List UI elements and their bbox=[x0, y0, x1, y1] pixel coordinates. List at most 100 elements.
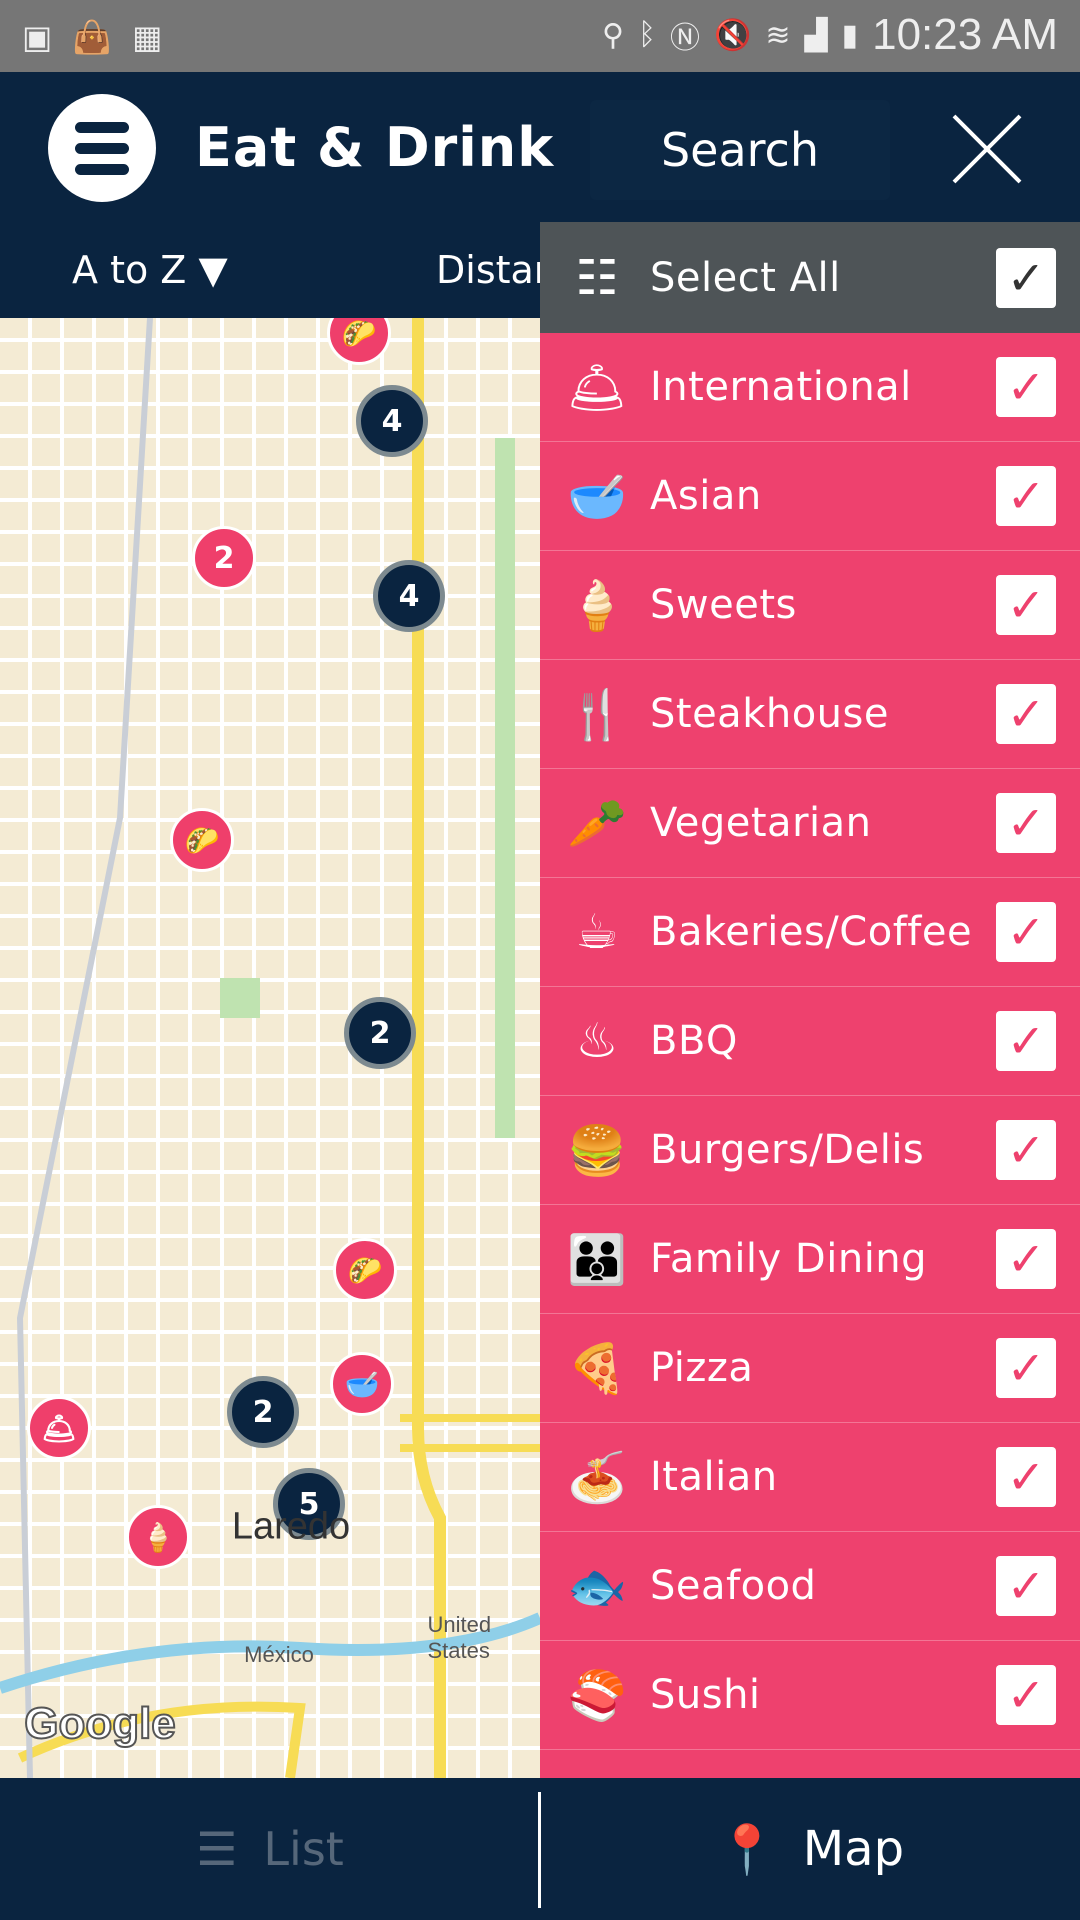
category-checkbox[interactable]: ✓ bbox=[996, 1120, 1056, 1180]
category-checkbox[interactable]: ✓ bbox=[996, 1556, 1056, 1616]
menu-icon-bar bbox=[75, 163, 129, 175]
map-marker-bowl-icon[interactable]: 🥣 bbox=[330, 1352, 394, 1416]
category-icon: 🍔 bbox=[567, 1122, 627, 1179]
category-row-seafood[interactable]: 🐟 Seafood ✓ bbox=[540, 1532, 1080, 1641]
category-row-bakeries-coffee[interactable]: ☕ Bakeries/Coffee ✓ bbox=[540, 878, 1080, 987]
category-row-sweets[interactable]: 🍦 Sweets ✓ bbox=[540, 551, 1080, 660]
category-label: Vegetarian bbox=[650, 800, 872, 846]
category-row-international[interactable]: 🛎 International ✓ bbox=[540, 333, 1080, 442]
tab-list-label: List bbox=[263, 1822, 344, 1876]
category-checkbox[interactable]: ✓ bbox=[996, 1229, 1056, 1289]
category-icon: 🍴 bbox=[567, 686, 627, 743]
location-icon: ⚲ bbox=[602, 18, 624, 52]
search-button[interactable]: Search bbox=[590, 100, 890, 200]
category-label: Seafood bbox=[650, 1563, 817, 1609]
select-all-row[interactable]: ☷ Select All ✓ bbox=[540, 222, 1080, 333]
category-row-burgers-delis[interactable]: 🍔 Burgers/Delis ✓ bbox=[540, 1096, 1080, 1205]
category-icon: 👪 bbox=[567, 1231, 627, 1288]
nfc-icon: Ⓝ bbox=[670, 22, 700, 55]
category-row-steakhouse[interactable]: 🍴 Steakhouse ✓ bbox=[540, 660, 1080, 769]
country-label-mexico: México bbox=[244, 1642, 314, 1667]
map-cluster-marker[interactable]: 4 bbox=[373, 560, 445, 632]
category-checkbox[interactable]: ✓ bbox=[996, 902, 1056, 962]
battery-icon: ▮ bbox=[841, 18, 859, 52]
category-label: Pizza bbox=[650, 1345, 754, 1391]
category-icon: 🥕 bbox=[567, 795, 627, 852]
map-cluster-marker[interactable]: 4 bbox=[356, 385, 428, 457]
category-icon: 🥣 bbox=[567, 468, 627, 525]
map-marker-taco-icon[interactable]: 🌮 bbox=[333, 1238, 397, 1302]
caret-down-icon: ▼ bbox=[198, 248, 228, 292]
map-marker-ice-cream-icon[interactable]: 🍦 bbox=[126, 1505, 190, 1569]
bluetooth-icon: ᛒ bbox=[638, 18, 656, 51]
map-view[interactable]: 🌮 4 2 4 🌮 2 🌮 🥣 2 🛎 5 🍦 Laredo México United States… bbox=[0, 318, 540, 1778]
category-checkbox[interactable]: ✓ bbox=[996, 357, 1056, 417]
category-checkbox[interactable]: ✓ bbox=[996, 1665, 1056, 1725]
category-checkbox[interactable]: ✓ bbox=[996, 793, 1056, 853]
sort-label: A to Z bbox=[72, 248, 187, 292]
select-all-checkbox[interactable]: ✓ bbox=[996, 247, 1056, 308]
menu-button[interactable] bbox=[48, 94, 156, 202]
city-label: Laredo bbox=[231, 1505, 351, 1548]
menu-icon-bar bbox=[75, 142, 129, 154]
map-roads bbox=[0, 318, 540, 1778]
map-marker-taco-icon[interactable]: 🌮 bbox=[170, 808, 234, 872]
map-cluster-marker[interactable]: 2 bbox=[227, 1376, 299, 1448]
category-row-sushi[interactable]: 🍣 Sushi ✓ bbox=[540, 1641, 1080, 1750]
google-logo: Google bbox=[23, 1698, 177, 1749]
country-label-us: United States bbox=[427, 1612, 492, 1663]
tab-map[interactable]: 📍 Map bbox=[541, 1778, 1080, 1920]
category-label: Steakhouse bbox=[650, 691, 889, 737]
category-label: Burgers/Delis bbox=[650, 1127, 925, 1173]
category-icon: 🍝 bbox=[567, 1449, 627, 1506]
bottom-nav: ☰ List 📍 Map bbox=[0, 1778, 1080, 1920]
category-row-family-dining[interactable]: 👪 Family Dining ✓ bbox=[540, 1205, 1080, 1314]
map-marker-cloche-icon[interactable]: 🛎 bbox=[27, 1396, 91, 1460]
image-icon: ▣ bbox=[22, 19, 53, 55]
category-label: Asian bbox=[650, 473, 762, 519]
category-row-pizza[interactable]: 🍕 Pizza ✓ bbox=[540, 1314, 1080, 1423]
category-label: Family Dining bbox=[650, 1236, 928, 1282]
category-icon: 🍦 bbox=[567, 577, 627, 634]
tab-map-label: Map bbox=[802, 1821, 905, 1877]
sim-icon: ▦ bbox=[132, 19, 163, 55]
status-bar: ▣ 👜 ▦ ⚲ ᛒ Ⓝ 🔇 ≋ ▟ ▮ 10:23 AM bbox=[0, 0, 1080, 72]
shopping-bag-icon: 👜 bbox=[72, 19, 113, 55]
category-checkbox[interactable]: ✓ bbox=[996, 575, 1056, 635]
wifi-icon: ≋ bbox=[765, 18, 791, 52]
category-checkbox[interactable]: ✓ bbox=[996, 1447, 1056, 1507]
map-cluster-marker[interactable]: 2 bbox=[344, 997, 416, 1069]
category-label: Bakeries/Coffee bbox=[650, 909, 973, 955]
tab-list[interactable]: ☰ List bbox=[0, 1778, 540, 1920]
page-title: Eat & Drink bbox=[195, 116, 555, 179]
category-checkbox[interactable]: ✓ bbox=[996, 1011, 1056, 1071]
map-cluster-marker[interactable]: 2 bbox=[192, 526, 256, 590]
category-label: Sushi bbox=[650, 1672, 761, 1718]
category-icon: 🍣 bbox=[567, 1667, 627, 1724]
sort-dropdown[interactable]: A to Z ▼ bbox=[72, 248, 228, 292]
category-checkbox[interactable]: ✓ bbox=[996, 466, 1056, 526]
category-row-bbq[interactable]: ♨ BBQ ✓ bbox=[540, 987, 1080, 1096]
category-label: BBQ bbox=[650, 1018, 738, 1064]
checklist-icon: ☷ bbox=[575, 249, 619, 306]
category-icon: 🍕 bbox=[567, 1340, 627, 1397]
close-icon[interactable] bbox=[950, 112, 1024, 186]
status-time: 10:23 AM bbox=[872, 10, 1058, 59]
list-icon: ☰ bbox=[196, 1822, 238, 1876]
category-icon: ☕ bbox=[575, 904, 619, 960]
category-checkbox[interactable]: ✓ bbox=[996, 684, 1056, 744]
category-label: Italian bbox=[650, 1454, 778, 1500]
category-row-asian[interactable]: 🥣 Asian ✓ bbox=[540, 442, 1080, 551]
category-row-vegetarian[interactable]: 🥕 Vegetarian ✓ bbox=[540, 769, 1080, 878]
mute-icon: 🔇 bbox=[714, 18, 752, 52]
signal-icon: ▟ bbox=[804, 18, 828, 52]
category-checkbox[interactable]: ✓ bbox=[996, 1338, 1056, 1398]
category-icon: ♨ bbox=[575, 1013, 619, 1069]
category-label: Sweets bbox=[650, 582, 797, 628]
category-label: International bbox=[650, 364, 912, 410]
category-filter-panel: ☷ Select All ✓ 🛎 International ✓ 🥣 Asian ✓ 🍦 Sw… bbox=[540, 222, 1080, 1778]
category-icon: 🛎 bbox=[566, 359, 628, 416]
distance-sort[interactable]: Distar bbox=[436, 248, 549, 292]
select-all-label: Select All bbox=[650, 254, 841, 301]
category-row-italian[interactable]: 🍝 Italian ✓ bbox=[540, 1423, 1080, 1532]
